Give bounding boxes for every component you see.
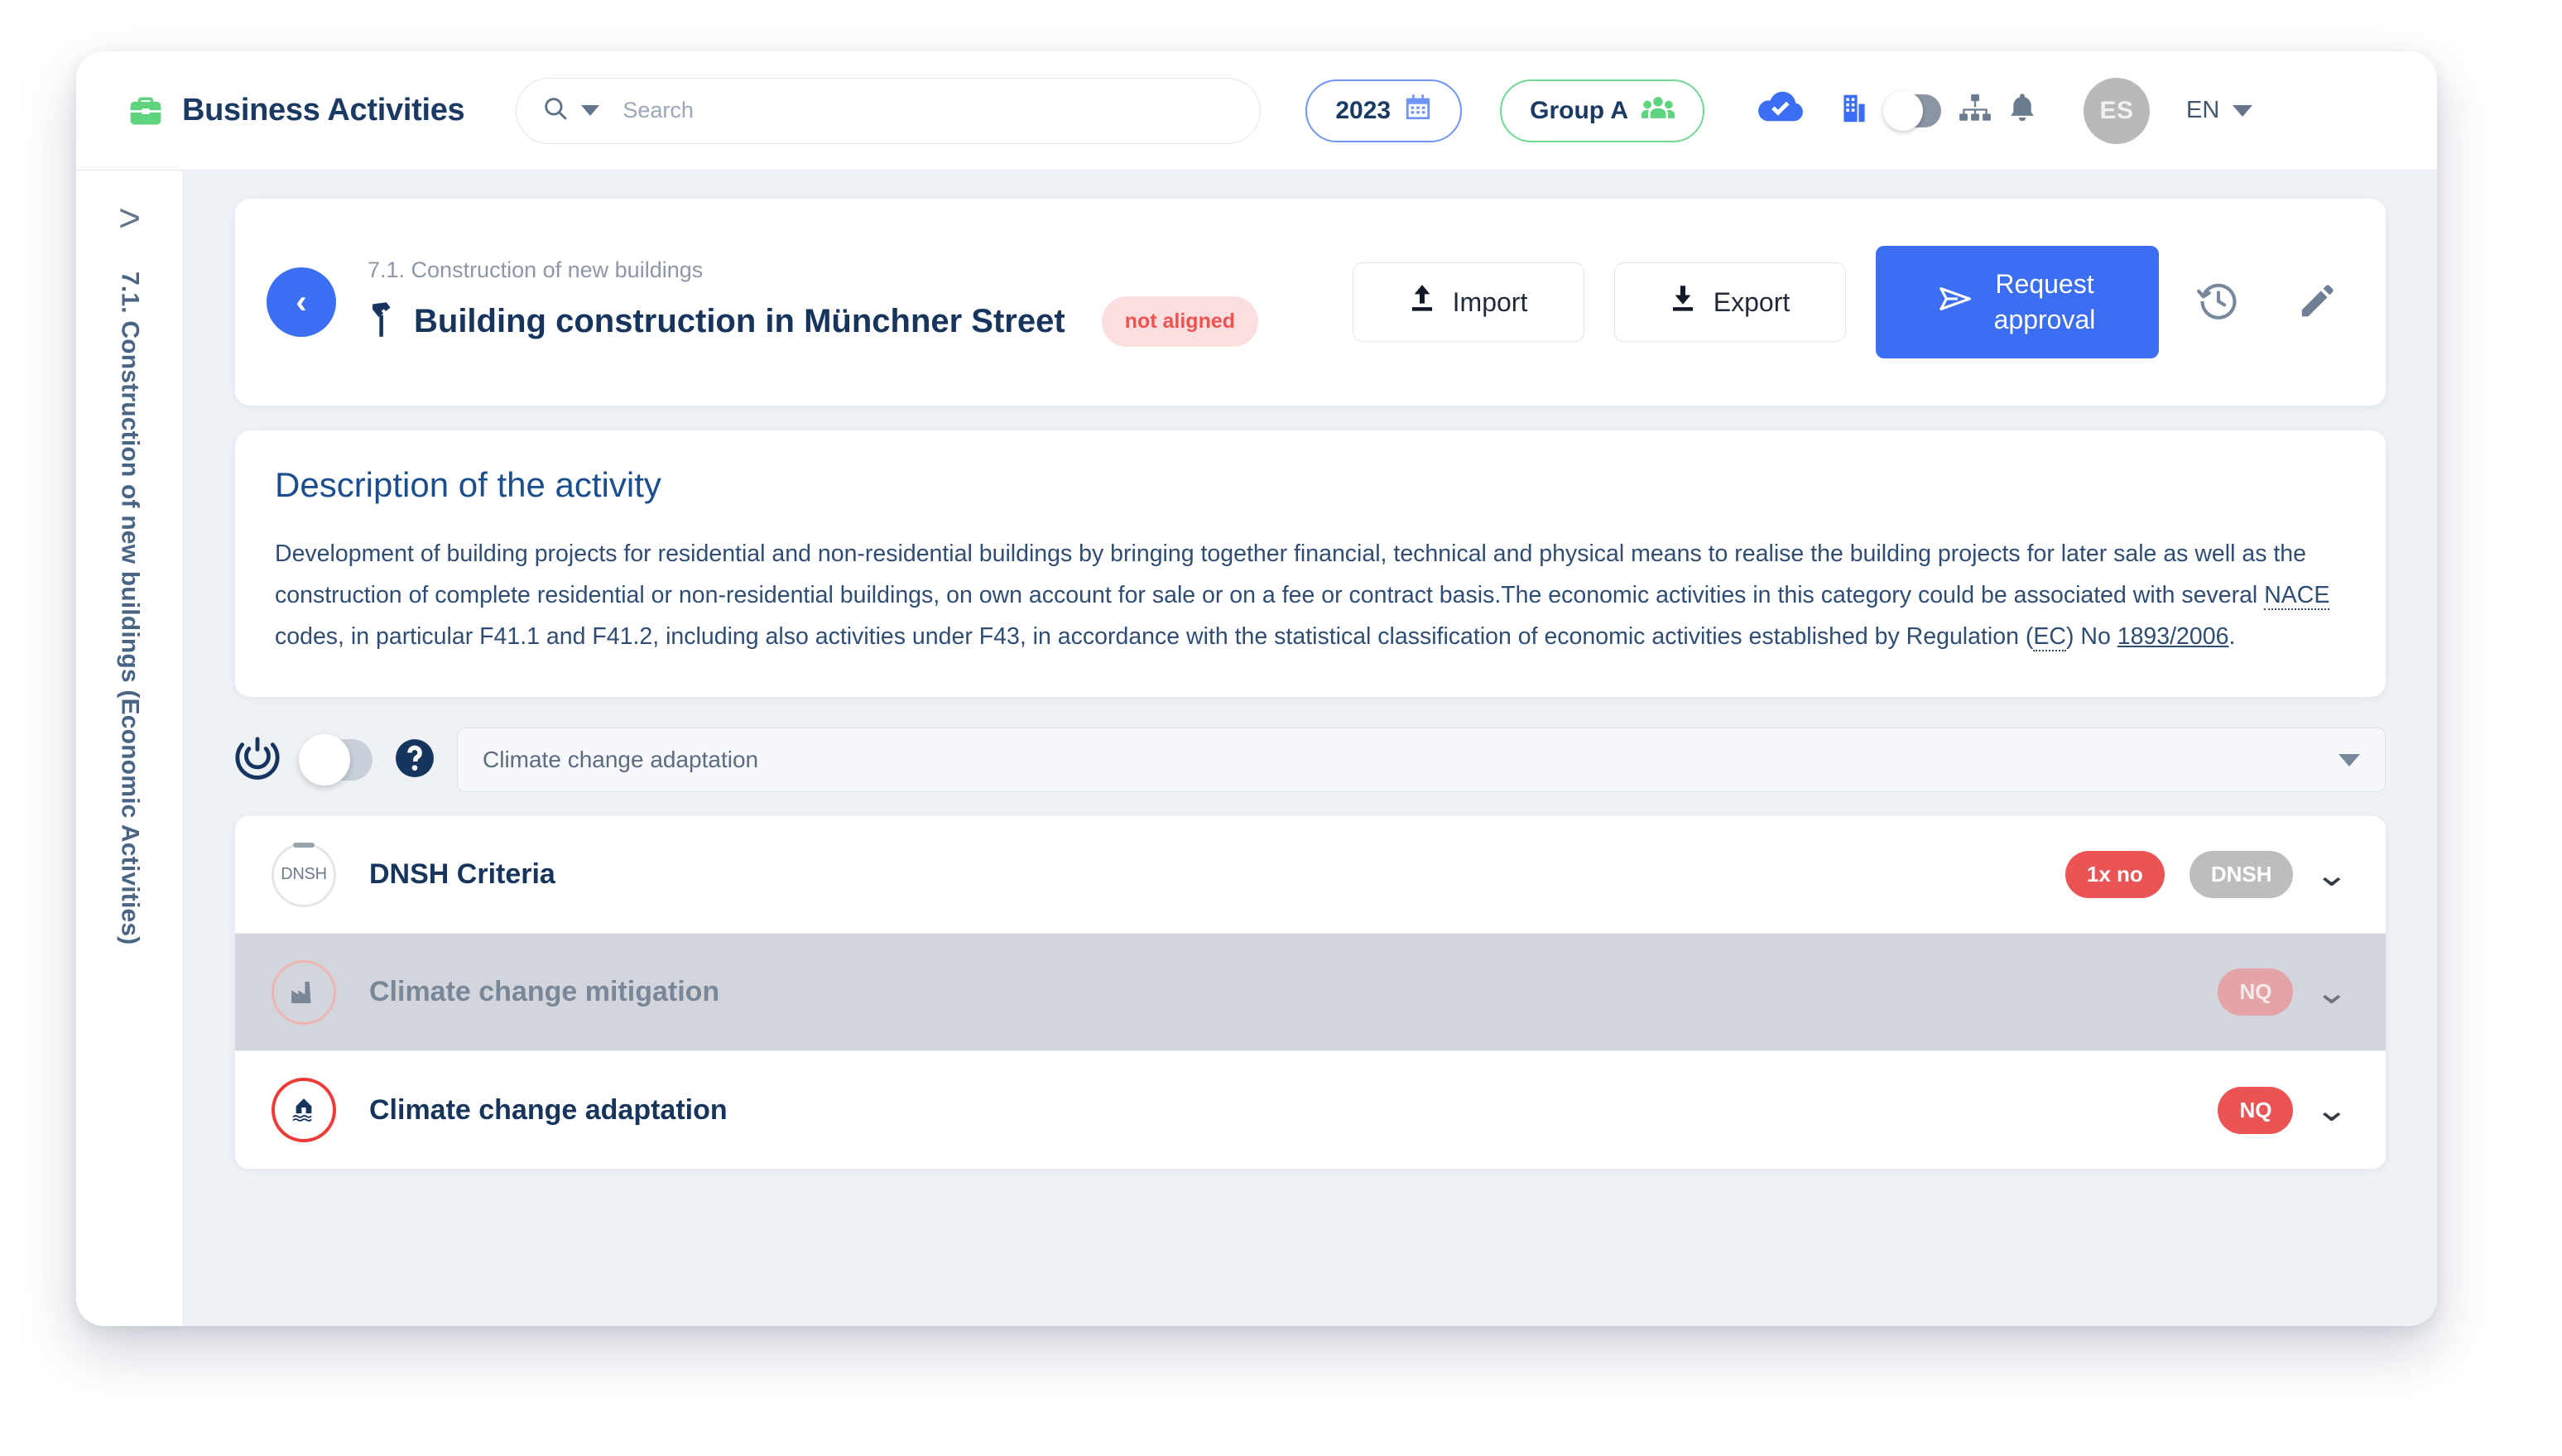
request-approval-button[interactable]: Request approval (1876, 246, 2159, 358)
activity-titles: 7.1. Construction of new buildings Build… (368, 257, 1259, 347)
top-bar: Business Activities 2023 Group A (76, 51, 2437, 171)
sidebar-expand-icon[interactable]: > (118, 199, 141, 237)
avatar[interactable]: ES (2084, 77, 2150, 144)
group-label: Group A (1530, 96, 1628, 124)
brand[interactable]: Business Activities (127, 93, 465, 129)
activity-actions: Import Export Request approval (1323, 246, 2354, 358)
history-button[interactable] (2180, 264, 2257, 340)
chevron-down-icon[interactable]: ⌄ (2314, 976, 2349, 1009)
ec-abbr: EC (2033, 623, 2066, 651)
body: > 7.1. Construction of new buildings (Ec… (76, 171, 2437, 1326)
dnsh-circle-label: DNSH (281, 865, 327, 883)
criteria-row-right: NQ ⌄ (2218, 968, 2349, 1016)
header-icon-cluster: ES EN (1746, 77, 2253, 144)
search-input[interactable] (622, 98, 1236, 123)
progress-arc (293, 842, 315, 848)
calendar-icon (1404, 94, 1432, 128)
breadcrumb: 7.1. Construction of new buildings (368, 257, 704, 282)
help-icon[interactable] (394, 738, 435, 783)
factory-icon (272, 959, 336, 1025)
criteria-row-right: NQ ⌄ (2218, 1086, 2349, 1134)
header-mini-icons (1842, 90, 2036, 131)
criteria-label: DNSH Criteria (369, 858, 555, 890)
description-part-3: ) No (2065, 623, 2117, 650)
search-box[interactable] (516, 77, 1262, 144)
nace-abbr: NACE (2264, 582, 2330, 610)
import-label: Import (1452, 286, 1528, 317)
activity-title: Building construction in Münchner Street (414, 303, 1065, 339)
building-icon[interactable] (1842, 94, 1867, 127)
activity-title-row: Building construction in Münchner Street… (368, 296, 1259, 347)
description-title: Description of the activity (275, 465, 661, 504)
upload-icon (1410, 285, 1435, 320)
objective-row: Climate change adaptation (235, 727, 2386, 793)
sidebar-rail: > 7.1. Construction of new buildings (Ec… (76, 171, 184, 1326)
company-toggle[interactable] (1883, 90, 1941, 131)
status-badge: NQ (2218, 1086, 2294, 1134)
criteria-row-right: 1x no DNSH ⌄ (2065, 851, 2349, 898)
description-part-2: codes, in particular F41.1 and F41.2, in… (275, 623, 2034, 650)
brand-title: Business Activities (182, 93, 465, 127)
flood-house-icon (272, 1078, 336, 1142)
objective-select-value: Climate change adaptation (483, 747, 759, 772)
briefcase-icon (127, 93, 164, 129)
status-badge: NQ (2218, 968, 2294, 1016)
edit-button[interactable] (2278, 264, 2354, 340)
category-badge: DNSH (2189, 851, 2294, 898)
objective-select[interactable]: Climate change adaptation (457, 728, 2386, 792)
request-approval-label: Request approval (1993, 268, 2096, 334)
import-button[interactable]: Import (1353, 262, 1584, 342)
status-badge: not aligned (1101, 296, 1259, 347)
app-window: Business Activities 2023 Group A (76, 51, 2437, 1326)
avatar-initials: ES (2099, 96, 2134, 124)
chevron-down-icon (2338, 753, 2360, 766)
power-target-icon[interactable] (235, 734, 280, 786)
status-badge: 1x no (2065, 851, 2165, 898)
content-area: ‹ 7.1. Construction of new buildings Bui… (184, 171, 2437, 1326)
people-icon (1642, 94, 1675, 128)
chevron-down-icon[interactable]: ⌄ (2314, 858, 2349, 891)
chevron-down-icon (2233, 104, 2253, 117)
chevron-down-icon[interactable]: ⌄ (2314, 1093, 2349, 1127)
criteria-row-dnsh[interactable]: DNSH DNSH Criteria 1x no DNSH ⌄ (235, 816, 2386, 934)
pencil-icon (2296, 281, 2336, 324)
language-selector[interactable]: EN (2186, 97, 2253, 124)
download-icon (1670, 285, 1695, 320)
description-card: Description of the activity Development … (235, 430, 2386, 697)
description-part-1: Development of building projects for res… (275, 541, 2306, 608)
description-body: Development of building projects for res… (275, 533, 2346, 657)
search-scope-caret-icon[interactable] (581, 105, 600, 116)
org-chart-icon[interactable] (1959, 94, 1991, 127)
description-part-4: . (2228, 623, 2236, 650)
cloud-check-icon[interactable] (1756, 89, 1807, 132)
group-selector[interactable]: Group A (1500, 79, 1704, 142)
export-label: Export (1713, 286, 1791, 317)
activity-header-card: ‹ 7.1. Construction of new buildings Bui… (235, 199, 2386, 406)
search-icon (541, 94, 570, 127)
history-icon (2197, 280, 2240, 325)
objective-toggle[interactable] (299, 734, 373, 786)
criteria-row-mitigation[interactable]: Climate change mitigation NQ ⌄ (235, 934, 2386, 1051)
bell-icon[interactable] (2009, 94, 2036, 127)
year-label: 2023 (1335, 96, 1392, 124)
back-button[interactable]: ‹ (267, 267, 336, 337)
language-label: EN (2186, 97, 2220, 123)
criteria-label: Climate change mitigation (369, 976, 720, 1007)
year-selector[interactable]: 2023 (1305, 79, 1463, 142)
criteria-row-adaptation[interactable]: Climate change adaptation NQ ⌄ (235, 1051, 2386, 1169)
send-icon (1939, 285, 1973, 320)
regulation-link[interactable]: 1893/2006 (2117, 623, 2229, 650)
hammer-icon (368, 302, 396, 341)
criteria-list: DNSH DNSH Criteria 1x no DNSH ⌄ Climate … (235, 816, 2386, 1169)
dnsh-circle-icon: DNSH (272, 842, 336, 907)
criteria-label: Climate change adaptation (369, 1093, 728, 1126)
export-button[interactable]: Export (1614, 262, 1846, 342)
sidebar-vertical-title[interactable]: 7.1. Construction of new buildings (Econ… (116, 271, 144, 945)
